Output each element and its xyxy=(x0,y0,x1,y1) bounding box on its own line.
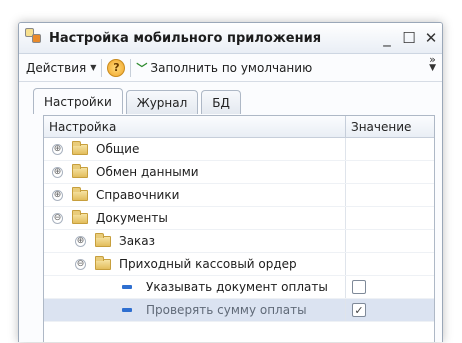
value-cell xyxy=(346,184,434,206)
row-label: Справочники xyxy=(96,188,180,202)
tree-row[interactable]: ⊕ Справочники xyxy=(44,184,434,207)
folder-icon xyxy=(95,232,111,247)
settings-tree-grid: Настройка Значение ⊕ Общие ⊕ Обмен данны… xyxy=(43,115,435,342)
collapse-icon[interactable]: ⊖ xyxy=(75,258,86,270)
folder-icon xyxy=(72,163,88,178)
double-chevron-down-icon: ﹀ xyxy=(136,61,147,75)
window-title: Настройка мобильного приложения xyxy=(49,30,322,46)
tree-row[interactable]: ⊖ Документы xyxy=(44,207,434,230)
tab-db[interactable]: БД xyxy=(201,90,241,114)
toolbar: Действия ▼ ? ﹀ Заполнить по умолчанию xyxy=(19,54,442,82)
value-cell xyxy=(346,138,434,160)
value-cell xyxy=(346,276,434,298)
parameter-icon xyxy=(122,285,132,289)
tree-row[interactable]: Указывать документ оплаты xyxy=(44,276,434,299)
row-label: Указывать документ оплаты xyxy=(146,280,328,294)
fill-default-button[interactable]: ﹀ Заполнить по умолчанию xyxy=(136,60,312,76)
value-cell xyxy=(346,161,434,183)
value-cell xyxy=(346,253,434,275)
minimize-button[interactable]: _ xyxy=(376,29,398,47)
grid-header: Настройка Значение xyxy=(44,116,434,138)
value-cell xyxy=(346,207,434,229)
actions-menu-label: Действия xyxy=(26,60,87,75)
checkmark-icon: ✓ xyxy=(354,303,364,317)
fill-default-label: Заполнить по умолчанию xyxy=(150,60,313,75)
actions-menu-button[interactable]: Действия ▼ xyxy=(26,61,96,75)
value-cell xyxy=(346,230,434,252)
toolbar-overflow-button[interactable]: » ▼ xyxy=(429,54,436,73)
parameter-icon xyxy=(122,308,132,312)
folder-icon xyxy=(72,186,88,201)
row-label: Заказ xyxy=(119,234,156,248)
expand-icon[interactable]: ⊕ xyxy=(52,166,63,178)
folder-icon xyxy=(72,140,88,155)
chevron-down-icon: ▼ xyxy=(429,63,436,73)
value-checkbox[interactable] xyxy=(352,280,366,294)
tree-row[interactable]: ⊕ Обмен данными xyxy=(44,161,434,184)
tree-row[interactable]: ⊕ Заказ xyxy=(44,230,434,253)
tree-row[interactable]: ⊕ Общие xyxy=(44,138,434,161)
row-label: Проверять сумму оплаты xyxy=(146,303,307,317)
tab-journal[interactable]: Журнал xyxy=(125,90,199,114)
tree-row-selected[interactable]: Проверять сумму оплаты ✓ xyxy=(44,299,434,322)
folder-icon xyxy=(95,255,111,270)
folder-icon xyxy=(72,209,88,224)
tab-bar: Настройки Журнал БД xyxy=(33,88,244,114)
column-header-value[interactable]: Значение xyxy=(346,116,434,137)
value-cell: ✓ xyxy=(346,299,434,321)
maximize-button[interactable]: ☐ xyxy=(398,29,420,47)
chevron-down-icon: ▼ xyxy=(90,63,97,72)
title-bar[interactable]: Настройка мобильного приложения _ ☐ ✕ xyxy=(19,23,442,54)
row-label: Обмен данными xyxy=(96,165,199,179)
tab-settings[interactable]: Настройки xyxy=(33,88,123,114)
expand-icon[interactable]: ⊕ xyxy=(75,235,86,247)
collapse-icon[interactable]: ⊖ xyxy=(52,212,63,224)
close-button[interactable]: ✕ xyxy=(420,29,442,47)
expand-icon[interactable]: ⊕ xyxy=(52,189,63,201)
toolbar-separator xyxy=(101,58,103,77)
toolbar-separator xyxy=(130,58,132,77)
tree-row[interactable]: ⊖ Приходный кассовый ордер xyxy=(44,253,434,276)
app-icon xyxy=(25,28,45,48)
row-label: Приходный кассовый ордер xyxy=(119,257,297,271)
row-label: Документы xyxy=(96,211,168,225)
expand-icon[interactable]: ⊕ xyxy=(52,143,63,155)
value-checkbox-checked[interactable]: ✓ xyxy=(352,303,366,317)
settings-window: Настройка мобильного приложения _ ☐ ✕ Де… xyxy=(18,22,443,342)
help-icon[interactable]: ? xyxy=(107,58,126,77)
column-header-setting[interactable]: Настройка xyxy=(44,116,346,137)
row-label: Общие xyxy=(96,142,140,156)
